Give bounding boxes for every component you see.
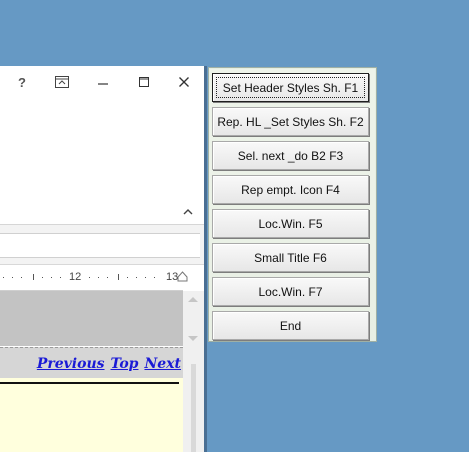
document-content [0, 378, 183, 452]
document-nav-bar: Previous Top Next [0, 347, 183, 379]
loc-win-f7-button[interactable]: Loc.Win. F7 [212, 277, 369, 306]
maximize-icon [139, 77, 149, 87]
right-indent-marker-icon[interactable] [177, 271, 188, 282]
horizontal-ruler[interactable]: 12 13 [0, 266, 183, 291]
ruler-dot [21, 277, 22, 278]
ruler-dot [60, 277, 61, 278]
button-label: Rep empt. Icon F4 [241, 182, 340, 197]
top-link[interactable]: Top [111, 356, 139, 372]
rep-hl-set-styles-button[interactable]: Rep. HL _Set Styles Sh. F2 [212, 107, 369, 136]
ruler-dot [89, 277, 90, 278]
ruler-number-12: 12 [69, 271, 82, 283]
button-label: Loc.Win. F7 [258, 284, 323, 299]
ruler-tick [118, 274, 119, 280]
button-label: Loc.Win. F5 [258, 216, 323, 231]
sel-next-do-button[interactable]: Sel. next _do B2 F3 [212, 141, 369, 170]
next-link[interactable]: Next [144, 356, 181, 372]
macro-button-panel: Set Header Styles Sh. F1 Rep. HL _Set St… [208, 67, 377, 342]
ruler-dot [145, 277, 146, 278]
ruler-dot [154, 277, 155, 278]
ruler-dot [107, 277, 108, 278]
scrollbar-thumb[interactable] [191, 364, 196, 452]
minimize-icon [98, 83, 108, 85]
rep-empt-icon-button[interactable]: Rep empt. Icon F4 [212, 175, 369, 204]
chevron-up-icon [183, 208, 193, 214]
ruler-dot [51, 277, 52, 278]
collapse-ribbon-button[interactable] [181, 204, 195, 218]
set-header-styles-button[interactable]: Set Header Styles Sh. F1 [212, 73, 369, 102]
scroll-down-icon[interactable] [186, 334, 200, 344]
minimize-button[interactable] [89, 66, 117, 98]
loc-win-f5-button[interactable]: Loc.Win. F5 [212, 209, 369, 238]
ruler-dot [3, 277, 4, 278]
close-button[interactable] [170, 66, 198, 98]
button-label: End [279, 318, 302, 333]
ruler-dot [127, 277, 128, 278]
toolstrip-field [0, 233, 200, 258]
horizontal-rule [0, 382, 179, 384]
ribbon-display-options-button[interactable] [48, 66, 76, 98]
ribbon-display-options-icon [55, 76, 69, 88]
ruler-tick [33, 274, 34, 280]
document-page-area [0, 291, 183, 346]
end-button[interactable]: End [212, 311, 369, 340]
button-label: Rep. HL _Set Styles Sh. F2 [217, 114, 364, 129]
toolstrip [0, 225, 204, 265]
nav-links: Previous Top Next [31, 356, 181, 372]
title-bar: ? [0, 66, 204, 98]
previous-link[interactable]: Previous [37, 356, 105, 372]
button-label: Set Header Styles Sh. F1 [222, 80, 359, 95]
button-label: Sel. next _do B2 F3 [237, 148, 344, 163]
ruler-dot [42, 277, 43, 278]
small-title-button[interactable]: Small Title F6 [212, 243, 369, 272]
help-button[interactable]: ? [8, 66, 36, 98]
ruler-dot [12, 277, 13, 278]
maximize-button[interactable] [130, 66, 158, 98]
ruler-dot [98, 277, 99, 278]
ruler-dot [136, 277, 137, 278]
scroll-up-icon[interactable] [186, 294, 200, 304]
word-window: ? 12 13 Previous Top Next [0, 66, 207, 452]
ribbon-area [0, 98, 204, 224]
window-border [204, 66, 207, 452]
close-icon [179, 77, 189, 87]
button-label: Small Title F6 [254, 250, 327, 265]
